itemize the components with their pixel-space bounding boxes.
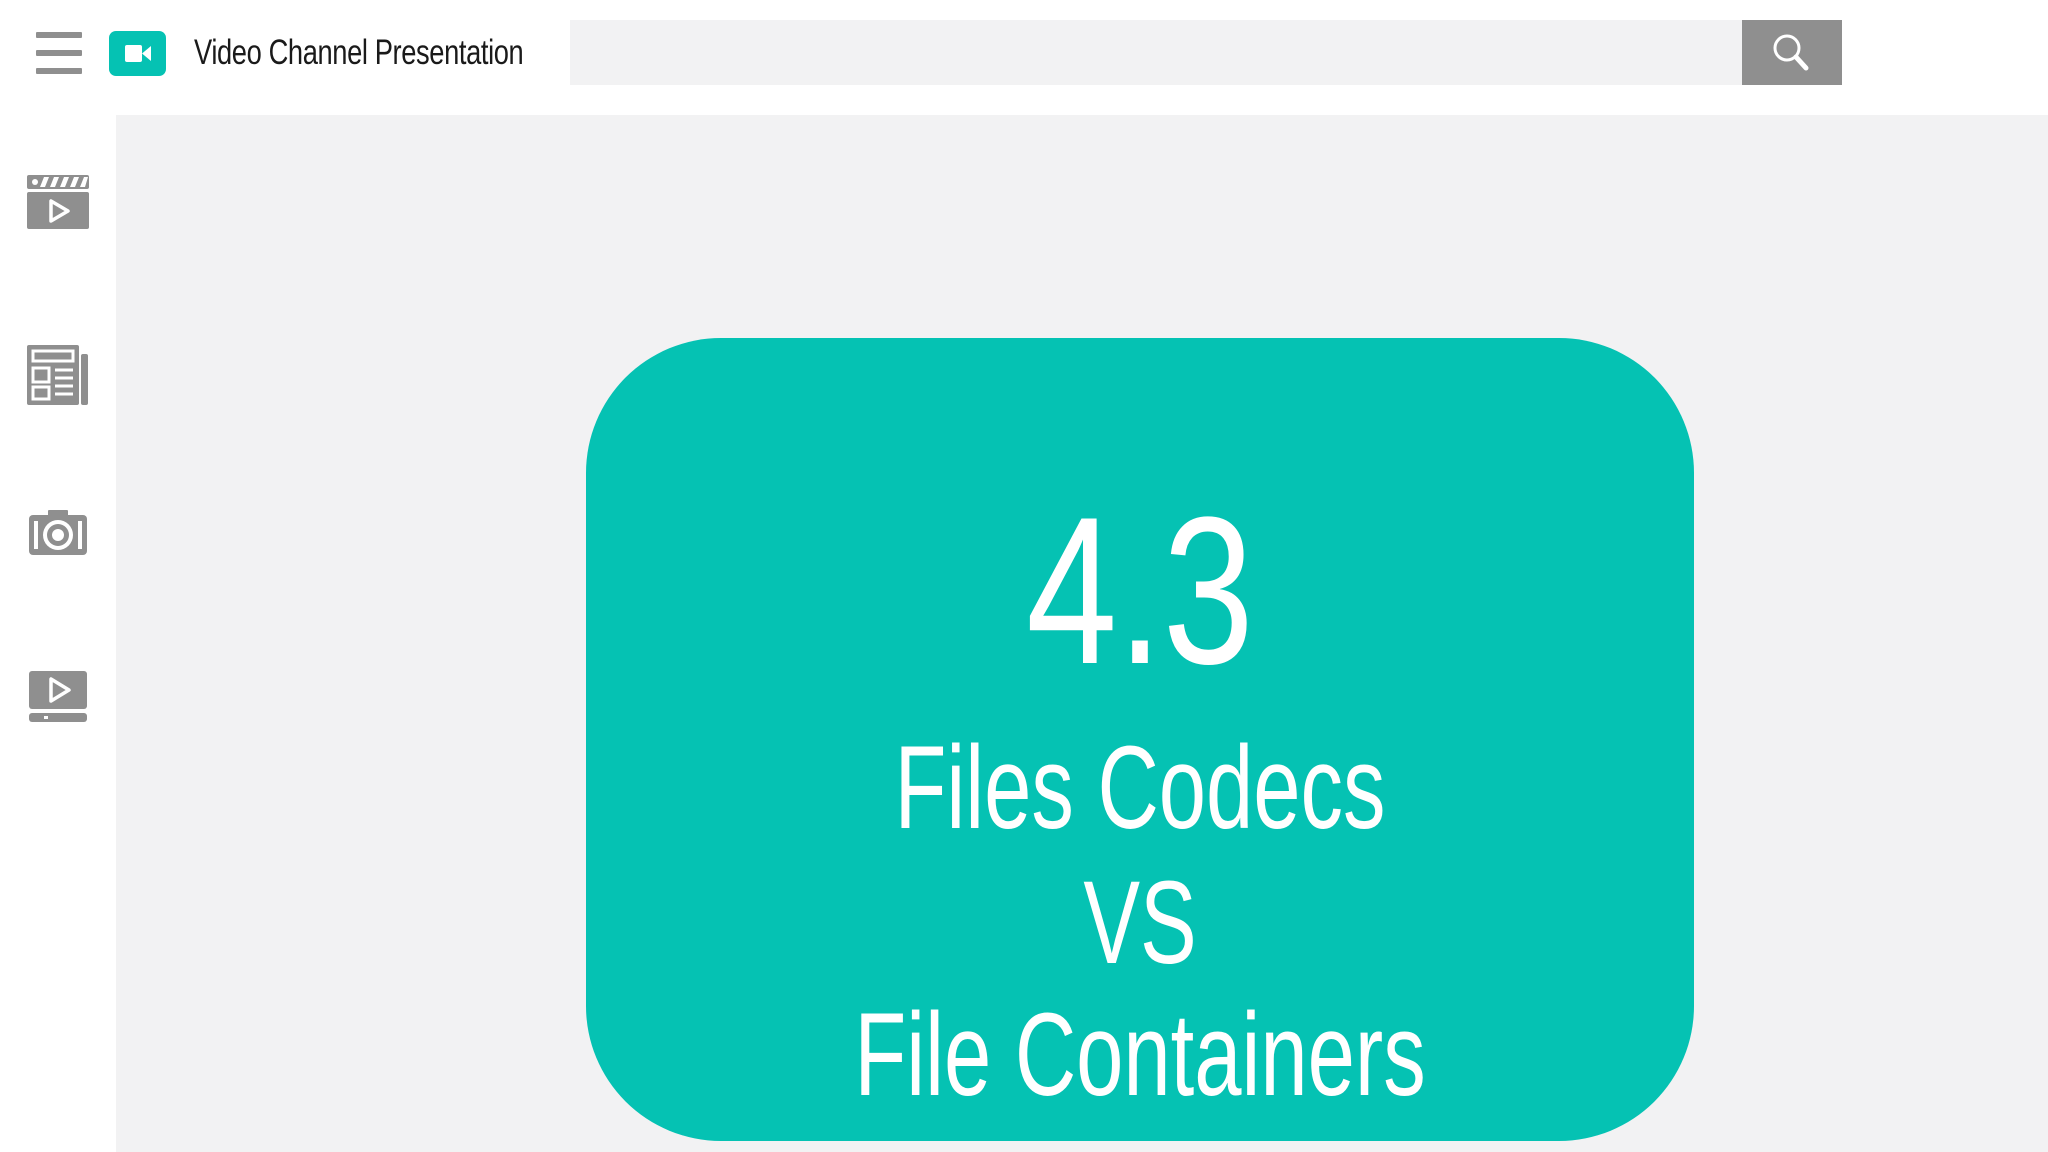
card-title-line-3: File Containers	[854, 989, 1426, 1121]
card-title-line-1: Files Codecs	[894, 722, 1386, 854]
card-title-line-2: VS	[1083, 857, 1197, 989]
app-title: Video Channel Presentation	[194, 33, 524, 72]
top-bar: Video Channel Presentation	[0, 0, 2048, 115]
main-content: 4.3 Files Codecs VS File Containers	[116, 115, 2048, 1152]
camera-icon[interactable]	[24, 502, 92, 570]
video-camera-icon	[109, 31, 166, 76]
newspaper-icon[interactable]	[24, 340, 92, 408]
section-number: 4.3	[1026, 473, 1254, 708]
sidebar	[0, 115, 116, 1152]
clapperboard-play-icon[interactable]	[24, 171, 92, 239]
search-icon	[1773, 34, 1809, 71]
video-player-icon[interactable]	[24, 660, 92, 728]
search-input[interactable]	[570, 20, 1744, 85]
search-button[interactable]	[1742, 20, 1842, 85]
title-card: 4.3 Files Codecs VS File Containers	[586, 338, 1694, 1141]
hamburger-menu-icon[interactable]	[36, 32, 82, 74]
